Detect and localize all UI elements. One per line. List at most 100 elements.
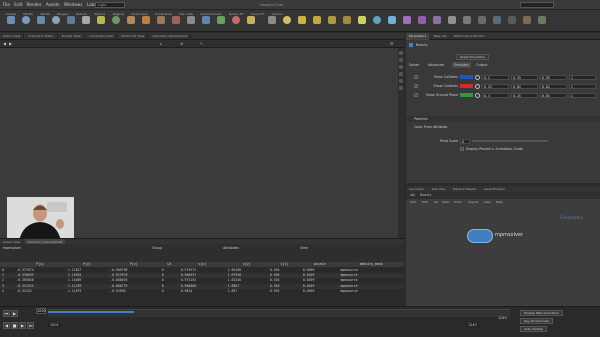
path-node[interactable]: Beauty <box>420 192 431 199</box>
auto-update-button[interactable]: Auto Update <box>520 326 547 332</box>
tool-sphere[interactable] <box>19 16 33 31</box>
section-output[interactable]: Output <box>476 62 487 68</box>
desktop-select[interactable]: Light <box>95 2 125 8</box>
net-menu-go[interactable]: Go <box>434 199 438 205</box>
tool-lsystem[interactable] <box>214 16 228 31</box>
select-icon[interactable]: ↖ <box>200 41 203 46</box>
tool-switcher[interactable] <box>490 16 504 31</box>
stop-icon[interactable]: ■ <box>11 322 18 329</box>
tool-spray[interactable] <box>169 16 183 31</box>
tab-animation-editor[interactable]: Animation Editor <box>26 33 58 40</box>
color-component-field[interactable]: 0.1 <box>482 74 509 80</box>
row-checkbox[interactable]: ✓ <box>414 75 418 79</box>
color-picker-icon[interactable] <box>475 92 480 98</box>
row-checkbox[interactable]: ✓ <box>414 93 418 97</box>
tool-line[interactable] <box>94 16 108 31</box>
display-path-button[interactable]: Display Path Animation <box>520 310 563 316</box>
view-tool-icon[interactable] <box>399 58 403 62</box>
menu-render[interactable]: Render <box>27 0 42 10</box>
color-picker-icon[interactable] <box>475 83 480 89</box>
color-component-field[interactable]: 0.04 <box>540 83 567 89</box>
tool-gamepad[interactable] <box>505 16 519 31</box>
net-menu-labs[interactable]: Labs <box>484 199 491 205</box>
tab-geo-spreadsheet[interactable]: Geometry Spreadsheet <box>150 33 192 40</box>
net-menu-view[interactable]: View <box>442 199 449 205</box>
tab-performance[interactable]: Performance Monitor <box>451 33 488 40</box>
tool-circle[interactable] <box>109 16 123 31</box>
tool-file[interactable] <box>244 16 258 31</box>
path-obj[interactable]: obj <box>410 192 415 199</box>
view-tool-icon[interactable] <box>399 86 403 90</box>
section-advanced[interactable]: Advanced <box>428 62 444 68</box>
spreadsheet-node[interactable]: mpmsolver <box>3 244 21 252</box>
color-picker-icon[interactable] <box>475 74 480 80</box>
tool-geo-light[interactable] <box>325 16 339 31</box>
spreadsheet-attrib[interactable]: Attributes <box>223 244 239 252</box>
tool-null[interactable] <box>79 16 93 31</box>
tool-tube[interactable] <box>34 16 48 31</box>
tool-spot-light[interactable] <box>295 16 309 31</box>
display-pinned-checkbox[interactable]: ✓ <box>460 147 464 151</box>
color-component-field[interactable]: 0.33 <box>511 74 538 80</box>
start-frame[interactable]: 1001 <box>48 323 61 327</box>
color-component-field[interactable]: 0.95 <box>540 74 567 80</box>
timeline[interactable] <box>48 309 510 317</box>
tool-caustic[interactable] <box>415 16 429 31</box>
tool-stereo-cam[interactable] <box>460 16 474 31</box>
menu-windows[interactable]: Windows <box>64 0 83 10</box>
tool-env-light[interactable] <box>370 16 384 31</box>
tab-scene-view[interactable]: Scene View <box>0 33 25 40</box>
net-menu-add[interactable]: Add <box>410 199 416 205</box>
menu-edit[interactable]: Edit <box>14 0 22 10</box>
release-select[interactable] <box>520 2 554 8</box>
tool-gi-light[interactable] <box>400 16 414 31</box>
tool-volume-light[interactable] <box>340 16 354 31</box>
prev-key-icon[interactable]: ◀ <box>3 322 10 329</box>
tab-parameters[interactable]: Parameters <box>406 33 430 40</box>
tool-cam[interactable] <box>265 16 279 31</box>
color-swatch[interactable] <box>460 84 473 88</box>
tool-point-light[interactable] <box>280 16 294 31</box>
reset-simulation-button[interactable]: Reset Simulation <box>456 54 490 60</box>
spreadsheet-view[interactable]: View <box>300 244 308 252</box>
snap-icon[interactable]: ⊕ <box>180 41 183 46</box>
tool-box[interactable] <box>4 16 18 31</box>
row-checkbox[interactable]: ✓ <box>414 84 418 88</box>
color-component-field[interactable]: 1 <box>569 74 596 80</box>
color-component-field[interactable]: 0.04 <box>540 92 567 98</box>
key-all-button[interactable]: Key All Channels <box>520 318 553 324</box>
tool-font[interactable] <box>184 16 198 31</box>
play-icon[interactable]: ▶ <box>11 310 18 317</box>
color-component-field[interactable]: 1 <box>569 92 596 98</box>
tool-metaball[interactable] <box>229 16 243 31</box>
current-frame-field[interactable]: 1000 <box>36 308 46 314</box>
tab-motion-fx[interactable]: Motion FX View <box>118 33 149 40</box>
last-frame-icon[interactable]: ⏭ <box>27 322 34 329</box>
tool-ambient[interactable] <box>445 16 459 31</box>
color-component-field[interactable]: 0.25 <box>482 83 509 89</box>
net-menu-edit[interactable]: Edit <box>422 199 428 205</box>
mpmsolver-node[interactable] <box>467 229 493 243</box>
end-frame[interactable]: 1240 <box>498 316 507 320</box>
forward-icon[interactable]: ▶ <box>9 41 12 46</box>
table-row[interactable]: 4 -0.33152 1.11079 -0.92096 0 0.9824 1.657 0.92… <box>0 288 404 295</box>
settings-icon[interactable]: ⚙ <box>390 41 394 46</box>
net-menu-layout[interactable]: Layout <box>468 199 478 205</box>
section-emission[interactable]: Emission <box>452 62 471 68</box>
back-icon[interactable]: ◀ <box>3 41 6 46</box>
point-scale-slider[interactable] <box>472 140 548 142</box>
next-key-icon[interactable]: ▶ <box>19 322 26 329</box>
color-component-field[interactable]: 0.4 <box>482 92 509 98</box>
home-icon[interactable]: ⌂ <box>160 41 163 46</box>
first-frame-icon[interactable]: ⏮ <box>3 310 10 317</box>
menu-assets[interactable]: Assets <box>46 0 60 10</box>
tool-distant-light[interactable] <box>355 16 369 31</box>
color-swatch[interactable] <box>460 93 473 97</box>
view-tool-icon[interactable] <box>399 72 403 76</box>
tool-vr-cam[interactable] <box>475 16 489 31</box>
color-component-field[interactable]: 1 <box>569 83 596 89</box>
color-component-field[interactable]: 0.04 <box>511 83 538 89</box>
view-tool-icon[interactable] <box>399 65 403 69</box>
tool-curve[interactable] <box>124 16 138 31</box>
tab-render-view[interactable]: Render View <box>59 33 85 40</box>
